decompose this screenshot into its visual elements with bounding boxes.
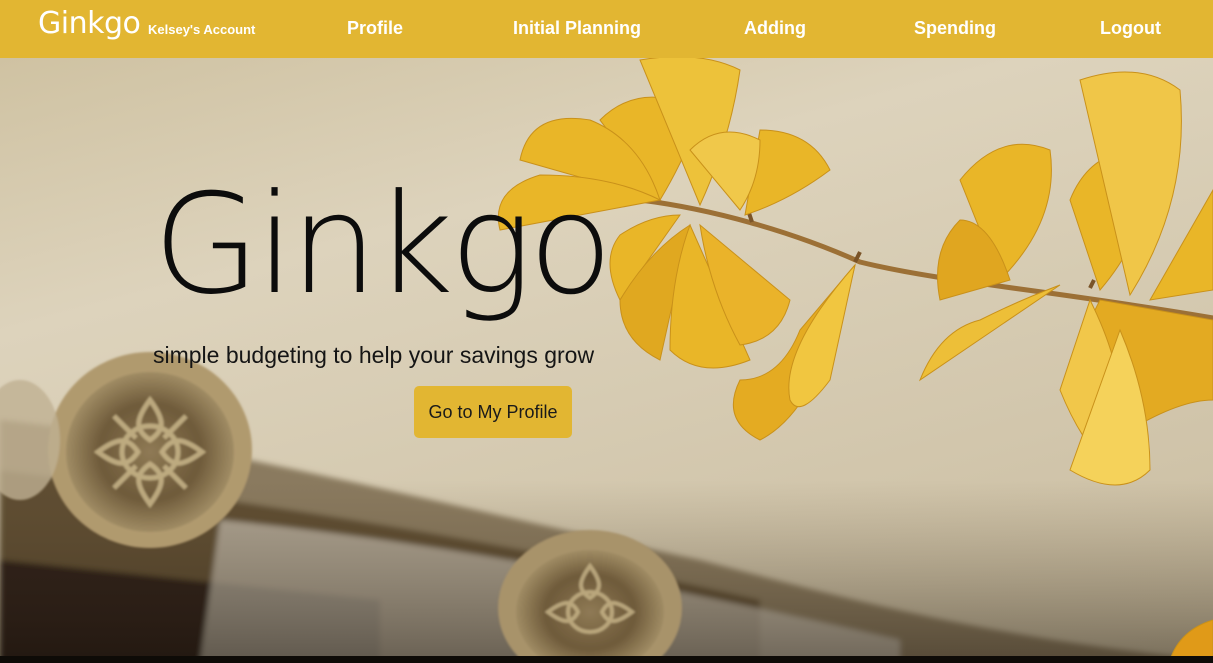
nav-link-spending[interactable]: Spending: [914, 18, 996, 39]
nav-link-profile[interactable]: Profile: [347, 18, 403, 39]
account-name-label[interactable]: Kelsey's Account: [148, 22, 255, 37]
nav-link-adding[interactable]: Adding: [744, 18, 806, 39]
brand-logo-link[interactable]: Ginkgo: [38, 6, 141, 41]
bottom-edge-strip: [0, 656, 1213, 663]
go-to-profile-button[interactable]: Go to My Profile: [414, 386, 572, 438]
hero-subtitle: simple budgeting to help your savings gr…: [153, 342, 595, 368]
top-navbar: Ginkgo Kelsey's Account Profile Initial …: [0, 0, 1213, 58]
nav-link-initial-planning[interactable]: Initial Planning: [513, 18, 641, 39]
nav-link-logout[interactable]: Logout: [1100, 18, 1161, 39]
hero-title: Ginkgo: [153, 164, 613, 325]
hero-section: Ginkgo simple budgeting to help your sav…: [0, 58, 1213, 656]
